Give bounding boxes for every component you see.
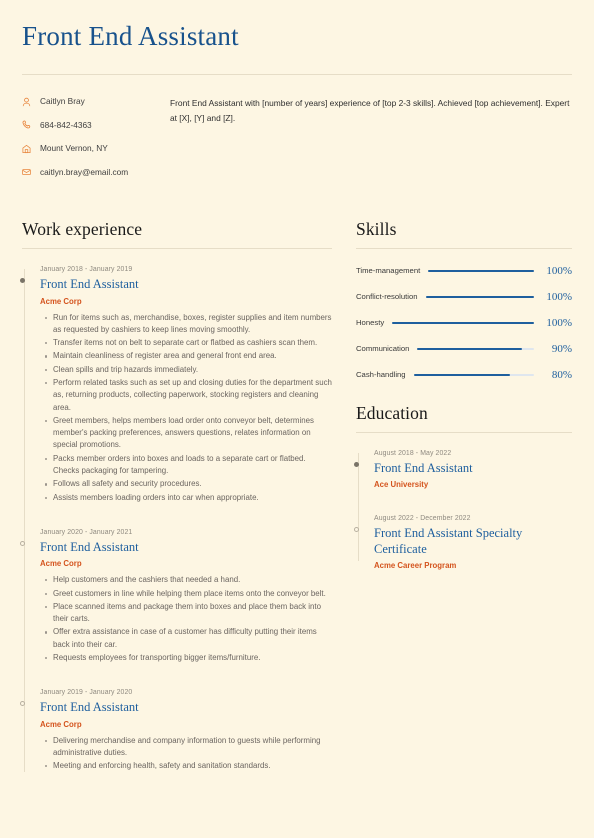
contact-email-text: caitlyn.bray@email.com (40, 166, 129, 177)
list-item: Maintain cleanliness of register area an… (45, 350, 332, 362)
education-entry-institution: Acme Career Program (374, 560, 457, 570)
skill-percent: 90% (551, 343, 572, 356)
education-timeline: August 2018 - May 2022 Front End Assista… (354, 449, 572, 571)
contact-item-email: caitlyn.bray@email.com (22, 166, 152, 179)
timeline-dot-icon (20, 278, 25, 284)
skills-heading: Skills (356, 219, 397, 240)
education-entry-date: August 2022 - December 2022 (374, 515, 471, 523)
contact-location-text: Mount Vernon, NY (40, 143, 108, 154)
timeline-dot-icon (354, 462, 359, 468)
skill-percent: 80% (551, 369, 572, 382)
skill-row: Honesty 100% (356, 317, 572, 329)
list-item: Follows all safety and security procedur… (45, 478, 332, 490)
work-entry-date: January 2018 - January 2019 (40, 266, 133, 274)
work-entry-date: January 2019 - January 2020 (40, 689, 133, 697)
work-entry-bullets: Help customers and the cashiers that nee… (40, 574, 332, 664)
sidebar-column: Skills Time-management 100% Conflict-res… (332, 219, 572, 576)
body-columns: Work experience January 2018 - January 2… (20, 189, 572, 773)
work-entry-role: Front End Assistant (40, 277, 139, 292)
work-entry: January 2019 - January 2020 Front End As… (20, 688, 332, 773)
list-item: Place scanned items and package them int… (45, 601, 332, 626)
timeline-dot-icon (354, 527, 359, 533)
work-experience-divider (22, 248, 332, 250)
skills-divider (356, 248, 572, 250)
skill-percent: 100% (546, 265, 572, 278)
skills-list: Time-management 100% Conflict-resolution… (356, 265, 572, 381)
work-entry: January 2018 - January 2019 Front End As… (20, 265, 332, 504)
intro-section: Caitlyn Bray 684-842-4363 Mount Vernon, … (22, 75, 572, 189)
skill-progress-fill (428, 270, 534, 273)
list-item: Help customers and the cashiers that nee… (45, 574, 332, 586)
skill-progress-fill (413, 374, 510, 377)
skill-progress-fill (417, 348, 523, 351)
contact-item-phone: 684-842-4363 (22, 119, 152, 132)
timeline-dot-icon (20, 701, 25, 707)
list-item: Greet members, helps members load order … (45, 415, 332, 452)
contact-item-location: Mount Vernon, NY (22, 142, 152, 155)
contact-item-name: Caitlyn Bray (22, 95, 152, 108)
work-experience-heading: Work experience (22, 219, 143, 240)
list-item: Greet customers in line while helping th… (45, 588, 332, 600)
contact-phone-text: 684-842-4363 (40, 119, 92, 130)
education-entry-degree: Front End Assistant Specialty Certificat… (374, 526, 523, 556)
skill-percent: 100% (546, 291, 572, 304)
skill-progress-bar (428, 270, 534, 273)
list-item: Meeting and enforcing health, safety and… (45, 760, 332, 772)
skill-name: Communication (356, 344, 410, 354)
education-entry: August 2022 - December 2022 Front End As… (354, 514, 572, 571)
list-item: Packs member orders into boxes and loads… (45, 453, 332, 478)
skill-progress-fill (392, 322, 534, 325)
list-item: Perform related tasks such as set up and… (45, 377, 332, 414)
education-heading: Education (356, 403, 428, 424)
work-entry-date: January 2020 - January 2021 (40, 528, 133, 536)
skill-name: Honesty (356, 318, 385, 328)
education-entry-date: August 2018 - May 2022 (374, 450, 452, 458)
work-entry-organization: Acme Corp (40, 296, 82, 306)
work-entry-bullets: Delivering merchandise and company infor… (40, 735, 332, 773)
person-icon (22, 95, 36, 108)
timeline-dot-icon (20, 540, 25, 546)
work-experience-timeline: January 2018 - January 2019 Front End As… (20, 265, 332, 773)
list-item: Clean spills and trip hazards immediatel… (45, 364, 332, 376)
phone-icon (22, 119, 36, 132)
skill-row: Communication 90% (356, 343, 572, 355)
skill-percent: 100% (546, 317, 572, 330)
skill-progress-fill (425, 296, 534, 299)
education-entry-institution: Ace University (374, 480, 429, 490)
skill-progress-bar (392, 322, 534, 325)
work-entry-bullets: Run for items such as, merchandise, boxe… (40, 312, 332, 504)
list-item: Assists members loading orders into car … (45, 492, 332, 504)
list-item: Delivering merchandise and company infor… (45, 735, 332, 760)
education-entry-degree: Front End Assistant (374, 461, 473, 476)
education-section: Education August 2018 - May 2022 Front E… (354, 403, 572, 571)
email-icon (22, 166, 36, 179)
location-icon (22, 142, 36, 155)
contact-name-text: Caitlyn Bray (40, 96, 85, 107)
work-entry-role: Front End Assistant (40, 539, 139, 554)
skill-name: Conflict-resolution (356, 292, 418, 302)
work-entry-role: Front End Assistant (40, 700, 139, 715)
work-entry-organization: Acme Corp (40, 559, 82, 569)
list-item: Run for items such as, merchandise, boxe… (45, 312, 332, 337)
list-item: Offer extra assistance in case of a cust… (45, 626, 332, 651)
professional-summary: Front End Assistant with [number of year… (170, 98, 570, 124)
page-title: Front End Assistant (22, 21, 239, 51)
skill-name: Cash-handling (356, 370, 406, 380)
contact-list: Caitlyn Bray 684-842-4363 Mount Vernon, … (22, 95, 152, 189)
work-entry-organization: Acme Corp (40, 719, 82, 729)
skill-progress-bar (417, 348, 534, 351)
resume-page: Front End Assistant Caitlyn Bray 684-842… (0, 0, 594, 838)
skill-row: Cash-handling 80% (356, 369, 572, 381)
work-experience-column: Work experience January 2018 - January 2… (20, 219, 332, 773)
education-entry: August 2018 - May 2022 Front End Assista… (354, 449, 572, 490)
list-item: Transfer items not on belt to separate c… (45, 337, 332, 349)
skill-row: Conflict-resolution 100% (356, 291, 572, 303)
skill-progress-bar (425, 296, 534, 299)
skill-name: Time-management (356, 266, 421, 276)
work-entry: January 2020 - January 2021 Front End As… (20, 528, 332, 664)
skill-row: Time-management 100% (356, 265, 572, 277)
list-item: Requests employees for transporting bigg… (45, 652, 332, 664)
skill-progress-bar (413, 374, 534, 377)
education-divider (356, 432, 572, 434)
